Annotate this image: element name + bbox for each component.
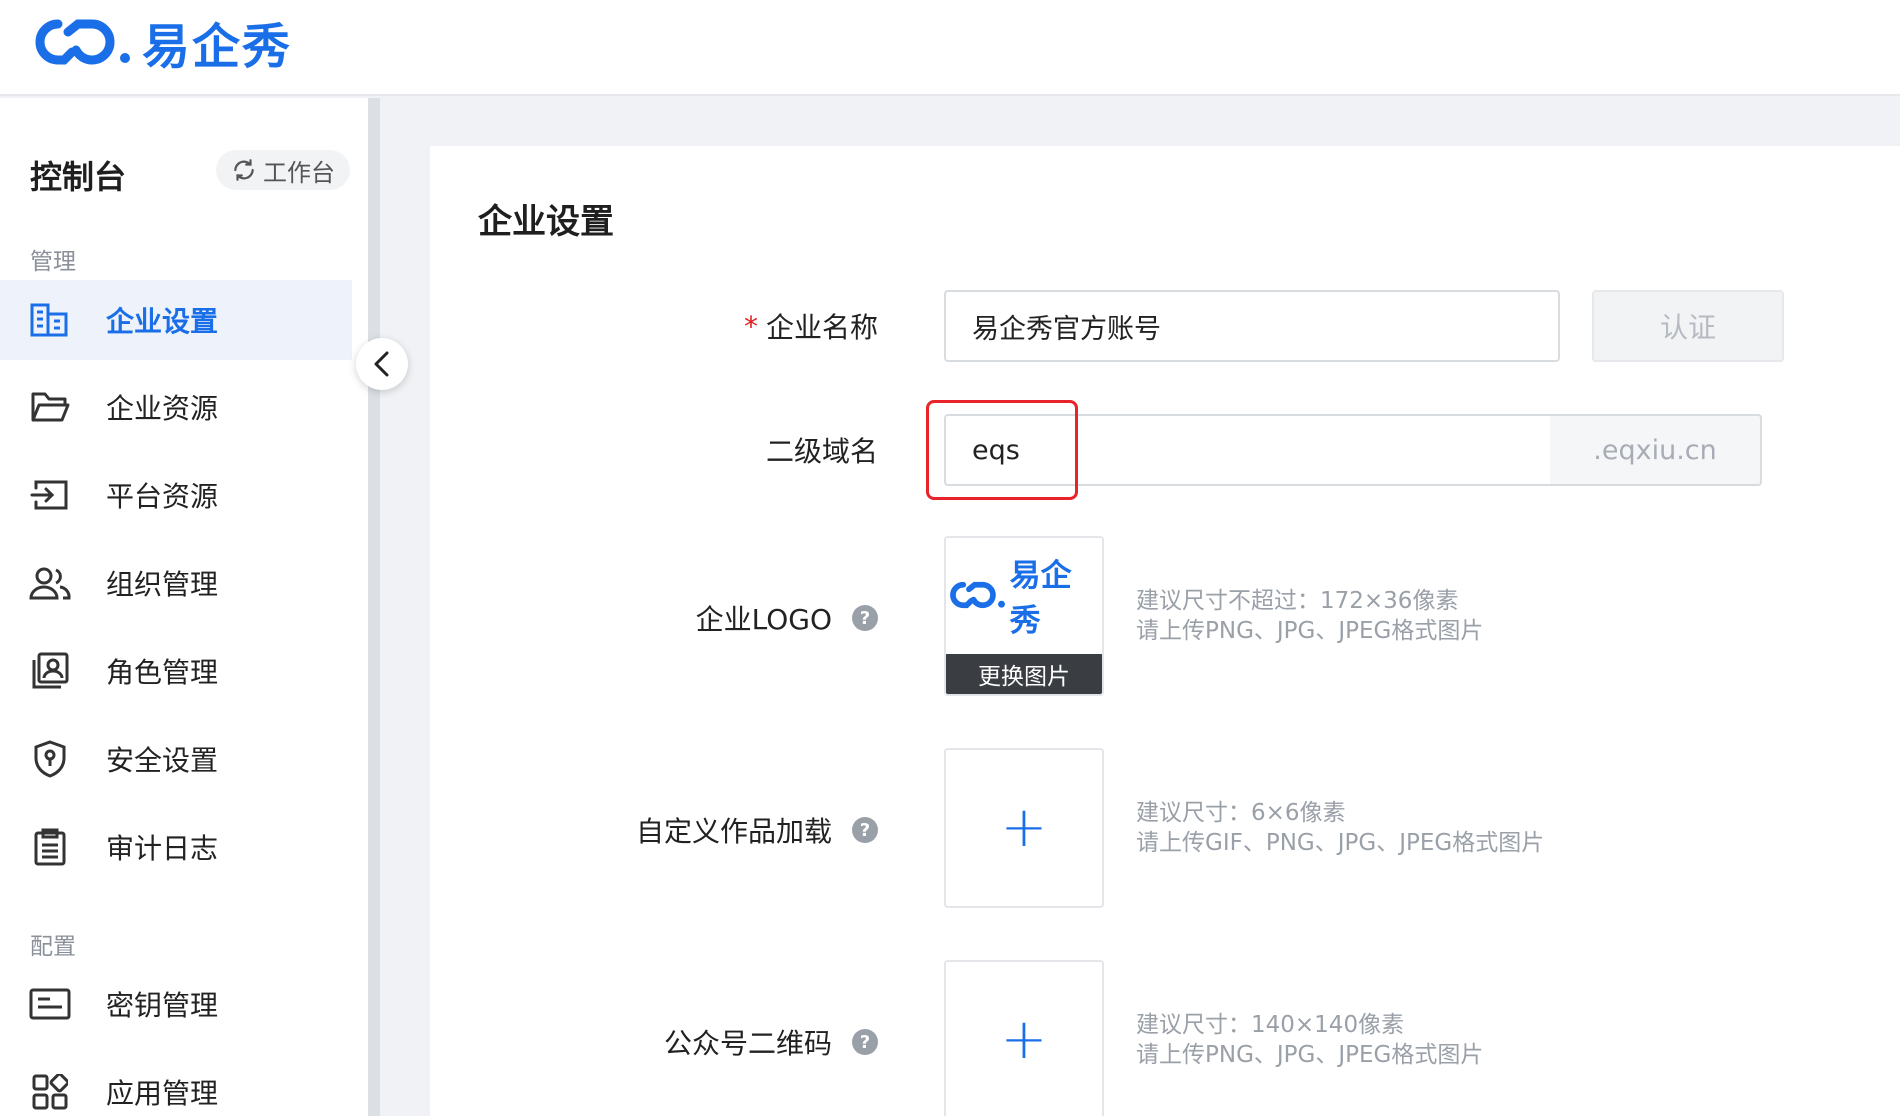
- clipboard-icon: [28, 825, 72, 869]
- required-mark: *: [743, 309, 758, 343]
- sidebar-item-label: 角色管理: [106, 656, 219, 689]
- sidebar-item-label: 平台资源: [106, 480, 219, 513]
- subdomain-suffix: .eqxiu.cn: [1550, 414, 1762, 486]
- highlight-annotation: [926, 400, 1078, 500]
- sidebar-item-label: 审计日志: [106, 832, 219, 865]
- subdomain-label: 二级域名: [766, 430, 878, 470]
- loading-label-text: 自定义作品加载: [635, 815, 832, 848]
- sidebar-item-organization[interactable]: 组织管理: [0, 543, 352, 623]
- loading-label: 自定义作品加载 ?: [636, 810, 878, 850]
- sidebar-scrollbar[interactable]: [368, 98, 380, 1116]
- group-label-manage: 管理: [30, 249, 76, 275]
- help-icon[interactable]: ?: [852, 817, 878, 843]
- hint-line: 请上传PNG、JPG、JPEG格式图片: [1136, 618, 1484, 644]
- hint-line: 建议尺寸：6×6像素: [1136, 800, 1346, 826]
- hint-line: 建议尺寸不超过：172×36像素: [1136, 588, 1459, 614]
- collapse-sidebar-button[interactable]: [356, 338, 408, 390]
- sidebar-item-label: 密钥管理: [106, 989, 219, 1022]
- sidebar-item-label: 安全设置: [106, 744, 219, 777]
- sidebar-item-label: 应用管理: [106, 1077, 219, 1110]
- company-name-label: * 企业名称: [744, 306, 878, 346]
- sidebar-item-security[interactable]: 安全设置: [0, 719, 352, 799]
- sidebar-item-label: 企业资源: [106, 392, 219, 425]
- shield-icon: [28, 737, 72, 781]
- loading-upload[interactable]: +: [944, 748, 1104, 908]
- help-icon[interactable]: ?: [852, 1029, 878, 1055]
- building-icon: [28, 298, 72, 342]
- replace-image-button[interactable]: 更换图片: [946, 654, 1102, 694]
- page-title: 企业设置: [478, 202, 614, 242]
- help-icon[interactable]: ?: [852, 605, 878, 631]
- qrcode-label-text: 公众号二维码: [663, 1027, 832, 1060]
- sidebar-item-audit-log[interactable]: 审计日志: [0, 807, 352, 887]
- users-icon: [28, 561, 72, 605]
- subdomain-label-text: 二级域名: [765, 435, 878, 468]
- logo-preview-text: 易企秀: [1009, 558, 1072, 639]
- qrcode-label: 公众号二维码 ?: [664, 1022, 878, 1062]
- import-icon: [28, 473, 72, 517]
- logo-hint: 建议尺寸不超过：172×36像素 请上传PNG、JPG、JPEG格式图片: [1136, 586, 1483, 646]
- sidebar-item-roles[interactable]: 角色管理: [0, 631, 352, 711]
- brand-name: 易企秀: [142, 19, 293, 75]
- plus-icon: +: [1000, 795, 1048, 860]
- sidebar-item-label: 企业设置: [106, 305, 219, 338]
- logo-preview: 易企秀: [946, 550, 1102, 640]
- console-title: 控制台: [30, 158, 127, 196]
- brand-logo[interactable]: 易企秀: [28, 14, 292, 75]
- sidebar-item-platform-resources[interactable]: 平台资源: [0, 455, 352, 535]
- hint-line: 建议尺寸：140×140像素: [1136, 1012, 1405, 1038]
- logo-upload[interactable]: 易企秀 更换图片: [944, 536, 1104, 696]
- eqxiu-logo-icon: [35, 19, 130, 65]
- logo-label: 企业LOGO ?: [696, 598, 878, 638]
- company-name-label-text: 企业名称: [765, 311, 878, 344]
- workbench-button[interactable]: 工作台: [216, 150, 350, 190]
- switch-icon: [234, 159, 254, 181]
- chevron-left-icon: [374, 351, 389, 377]
- sidebar-item-label: 组织管理: [106, 568, 219, 601]
- role-icon: [28, 649, 72, 693]
- sidebar-item-keys[interactable]: 密钥管理: [0, 964, 352, 1044]
- company-name-input[interactable]: 易企秀官方账号: [944, 290, 1560, 362]
- workbench-label: 工作台: [263, 158, 335, 187]
- hint-line: 请上传PNG、JPG、JPEG格式图片: [1136, 1042, 1484, 1068]
- plus-icon: +: [1000, 1007, 1048, 1072]
- sidebar-item-company-resources[interactable]: 企业资源: [0, 367, 352, 447]
- sidebar-item-company-settings[interactable]: 企业设置: [0, 280, 352, 360]
- eqxiu-logo-icon: [950, 581, 1005, 609]
- folder-icon: [28, 385, 72, 429]
- apps-icon: [28, 1070, 72, 1114]
- loading-hint: 建议尺寸：6×6像素 请上传GIF、PNG、JPG、JPEG格式图片: [1136, 798, 1544, 858]
- hint-line: 请上传GIF、PNG、JPG、JPEG格式图片: [1136, 830, 1545, 856]
- qrcode-hint: 建议尺寸：140×140像素 请上传PNG、JPG、JPEG格式图片: [1136, 1010, 1483, 1070]
- logo-label-text: 企业LOGO: [695, 603, 832, 636]
- top-bar: 易企秀: [0, 0, 1900, 96]
- group-label-config: 配置: [30, 934, 76, 960]
- key-card-icon: [28, 982, 72, 1026]
- sidebar-item-apps[interactable]: 应用管理: [0, 1052, 352, 1116]
- qrcode-upload[interactable]: +: [944, 960, 1104, 1116]
- company-name-value: 易企秀官方账号: [972, 313, 1161, 345]
- certify-button[interactable]: 认证: [1592, 290, 1784, 362]
